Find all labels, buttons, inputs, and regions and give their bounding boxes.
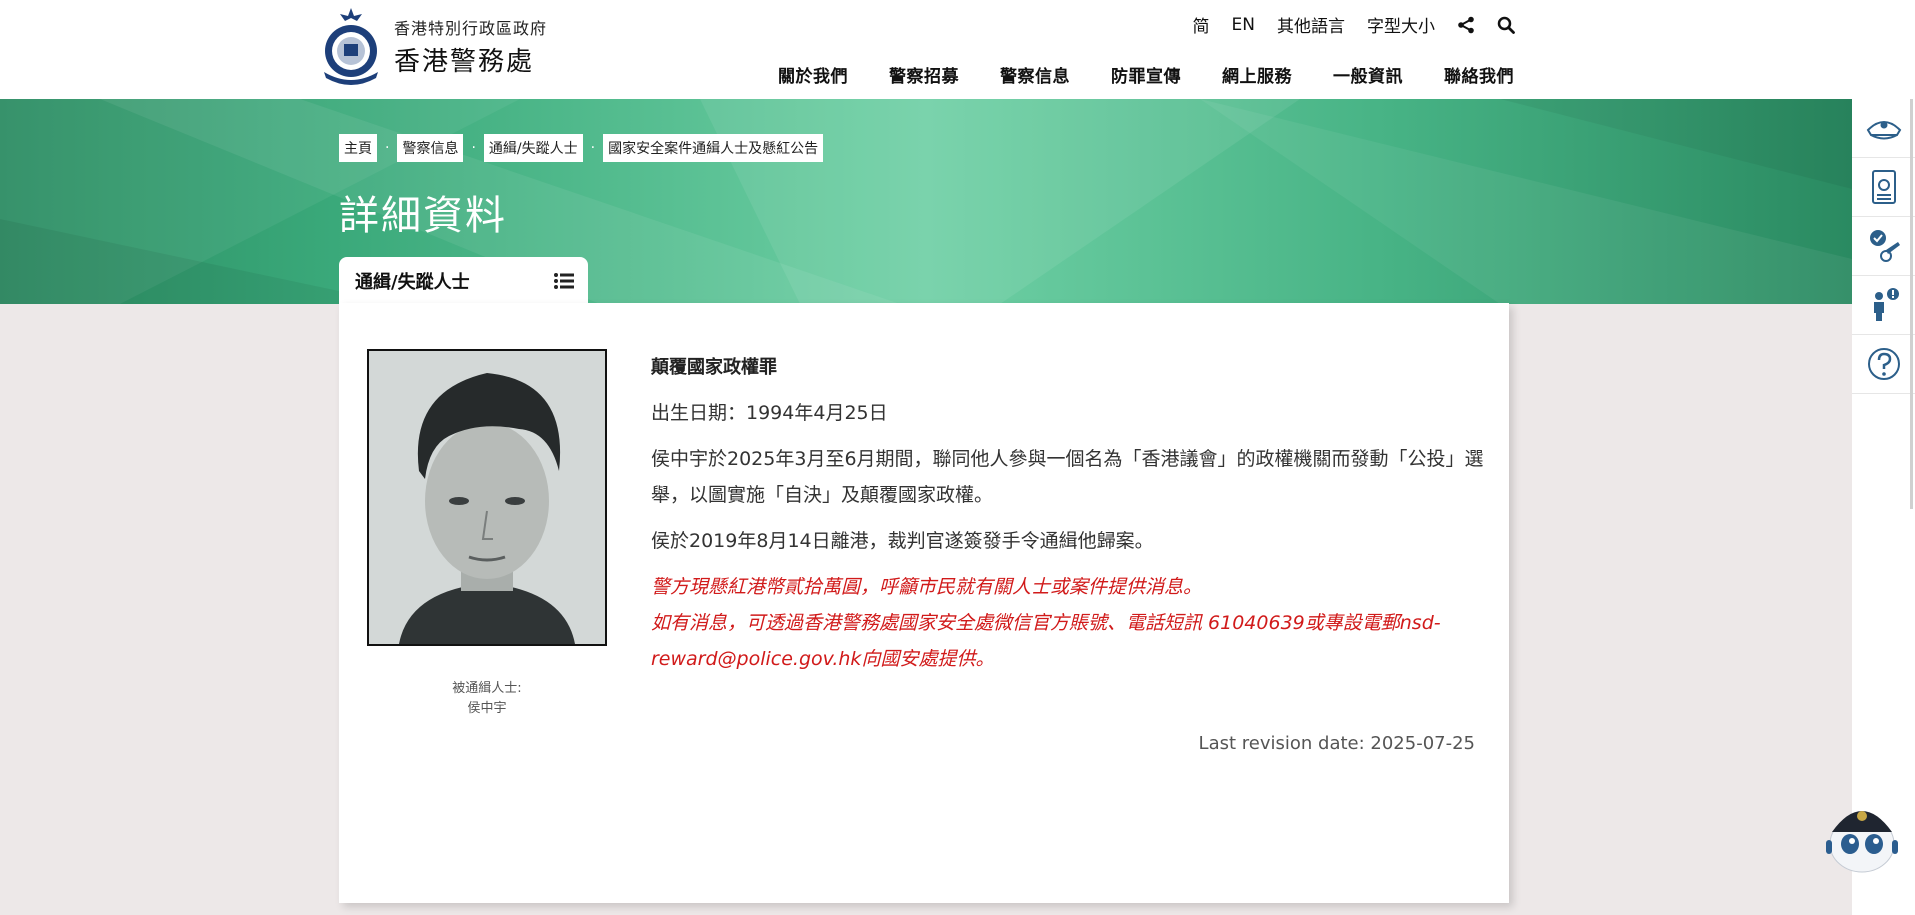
sidebar-item-document[interactable] [1852, 158, 1915, 217]
page-title: 詳細資料 [339, 193, 507, 239]
breadcrumb-separator: · [385, 140, 390, 156]
chatbot-avatar-icon[interactable] [1824, 796, 1900, 876]
nav-contact-us[interactable]: 聯絡我們 [1444, 62, 1514, 87]
breadcrumb-wanted-missing[interactable]: 通緝/失蹤人士 [483, 134, 583, 162]
breadcrumb-police-info[interactable]: 警察信息 [397, 134, 464, 162]
simplified-chinese-link[interactable]: 简 [1193, 12, 1210, 37]
nav-about-us[interactable]: 關於我們 [778, 62, 848, 87]
english-link[interactable]: EN [1232, 15, 1255, 35]
warrant-info: 侯於2019年8月14日離港，裁判官遂簽發手令通緝他歸案。 [651, 530, 1154, 552]
shield-check-icon [1869, 230, 1900, 262]
tab-label: 通緝/失蹤人士 [355, 272, 470, 293]
utility-bar: 简 EN 其他語言 字型大小 [1193, 12, 1515, 37]
nav-crime-prevention[interactable]: 防罪宣傳 [1111, 62, 1181, 87]
search-icon[interactable] [1497, 16, 1515, 34]
banner-background [0, 99, 1852, 304]
detail-card: 被通緝人士: 侯中宇 顛覆國家政權罪 出生日期：1994年4月25日 侯中宇於2… [339, 303, 1509, 903]
scrollbar[interactable] [1910, 99, 1913, 509]
case-description: 侯中宇於2025年3月至6月期間，聯同他人參與一個名為「香港議會」的政權機關而發… [651, 448, 1484, 506]
site-header: 香港特別行政區政府 香港警務處 简 EN 其他語言 字型大小 關於我們 警察招募… [0, 0, 1915, 99]
caption-name: 侯中宇 [467, 701, 507, 716]
nav-general-info[interactable]: 一般資訊 [1333, 62, 1403, 87]
gov-name: 香港特別行政區政府 [394, 18, 548, 38]
other-languages-link[interactable]: 其他語言 [1277, 12, 1345, 37]
help-icon [1867, 348, 1900, 380]
share-icon[interactable] [1457, 16, 1475, 34]
offence-title: 顛覆國家政權罪 [651, 357, 777, 378]
list-icon[interactable] [554, 273, 574, 289]
contact-info: 如有消息，可透過香港警務處國家安全處微信官方賬號、電話短訊 61040639或專… [651, 612, 1441, 670]
breadcrumb-current[interactable]: 國家安全案件通緝人士及懸紅公告 [603, 134, 824, 162]
nav-police-info[interactable]: 警察信息 [1000, 62, 1070, 87]
nav-online-services[interactable]: 網上服務 [1222, 62, 1292, 87]
font-size-link[interactable]: 字型大小 [1367, 12, 1435, 37]
police-name: 香港警務處 [394, 46, 535, 77]
wanted-person-photo [367, 349, 607, 646]
site-logo[interactable]: 香港特別行政區政府 香港警務處 [316, 6, 547, 86]
breadcrumb-separator: · [590, 140, 596, 156]
id-card-icon [1871, 170, 1896, 204]
police-emblem-icon [324, 8, 378, 85]
sidebar-item-police-cap[interactable] [1852, 99, 1915, 158]
tab-wanted-missing[interactable]: 通緝/失蹤人士 [339, 257, 588, 304]
date-of-birth: 出生日期：1994年4月25日 [651, 402, 888, 424]
breadcrumb: 主頁 · 警察信息 · 通緝/失蹤人士 · 國家安全案件通緝人士及懸紅公告 [339, 134, 824, 162]
quick-links-sidebar [1852, 99, 1915, 915]
nav-recruitment[interactable]: 警察招募 [889, 62, 959, 87]
photo-caption: 被通緝人士: 侯中宇 [367, 679, 607, 719]
breadcrumb-separator: · [471, 140, 476, 156]
reward-notice: 警方現懸紅港幣貳拾萬圓，呼籲市民就有關人士或案件提供消息。 [651, 576, 1203, 598]
person-alert-icon [1873, 288, 1899, 321]
last-revision-date: Last revision date: 2025-07-25 [1198, 733, 1475, 754]
police-cap-icon [1866, 121, 1901, 140]
sidebar-item-help[interactable] [1852, 335, 1915, 394]
breadcrumb-home[interactable]: 主頁 [339, 134, 377, 162]
sidebar-item-report[interactable] [1852, 276, 1915, 335]
case-details: 顛覆國家政權罪 出生日期：1994年4月25日 侯中宇於2025年3月至6月期間… [651, 353, 1491, 677]
page-banner: 主頁 · 警察信息 · 通緝/失蹤人士 · 國家安全案件通緝人士及懸紅公告 詳細… [0, 99, 1852, 304]
main-nav: 關於我們 警察招募 警察信息 防罪宣傳 網上服務 一般資訊 聯絡我們 [778, 62, 1514, 87]
sidebar-item-security-check[interactable] [1852, 217, 1915, 276]
caption-label: 被通緝人士: [452, 681, 522, 696]
